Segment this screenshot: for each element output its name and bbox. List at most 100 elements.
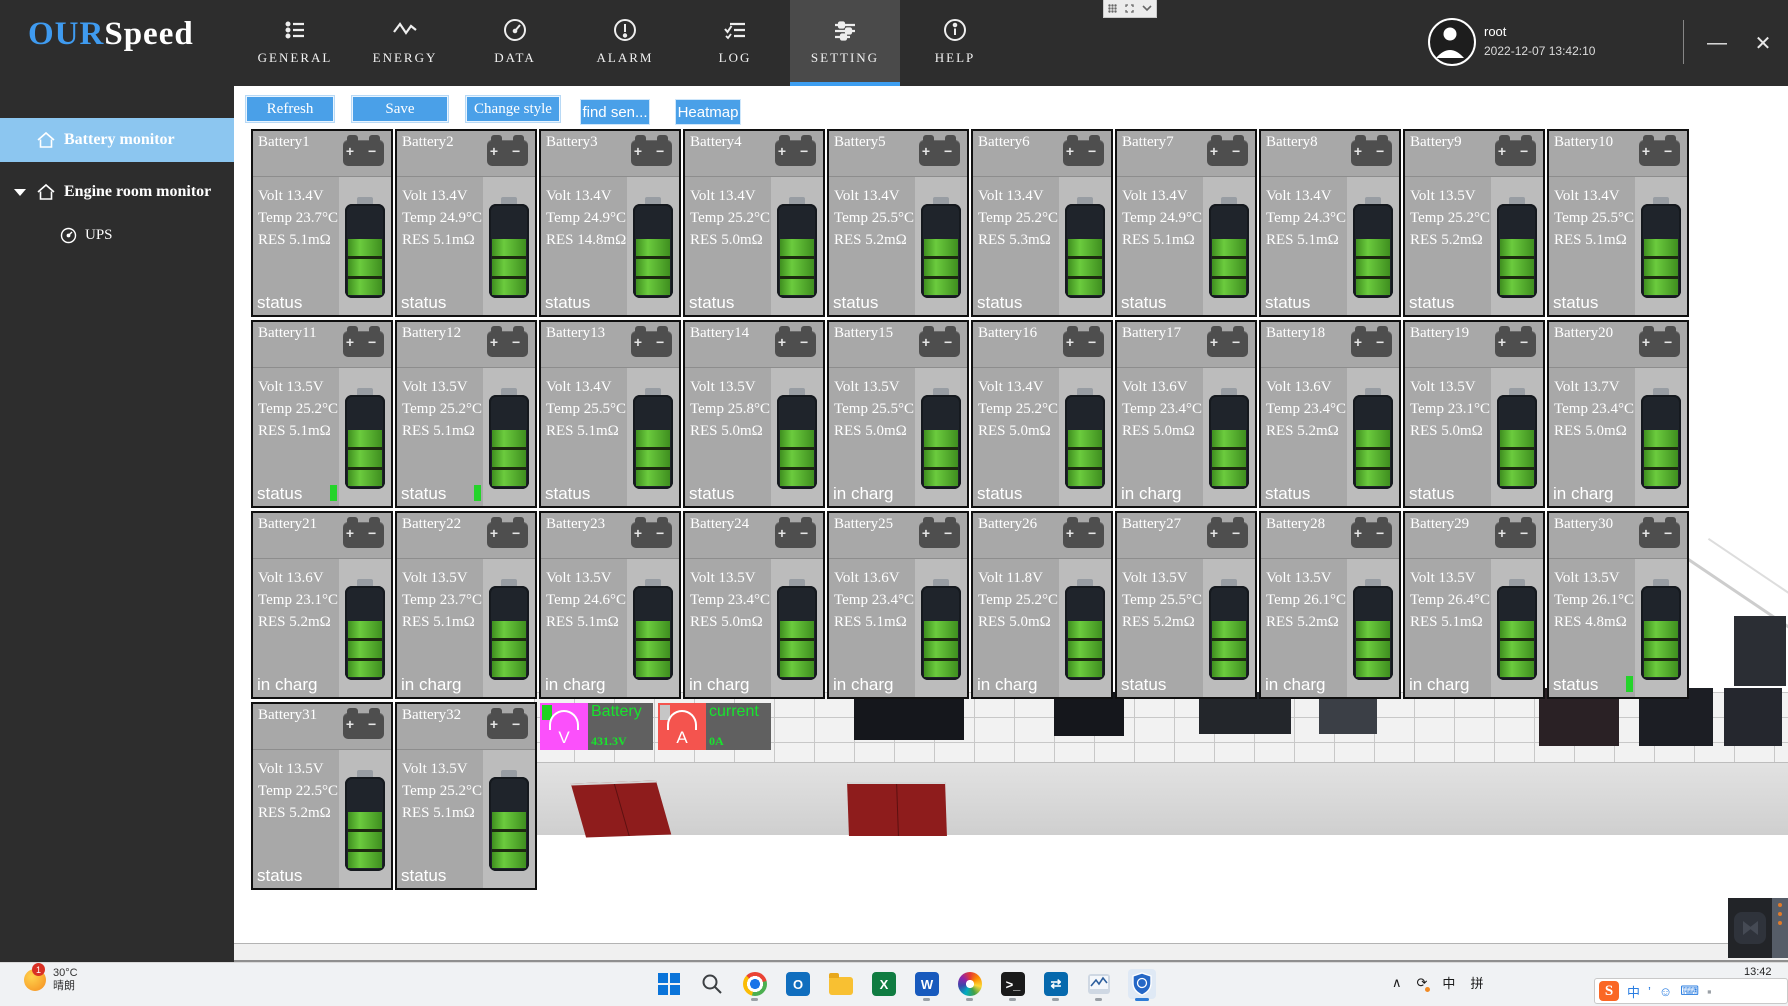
taskbar-windows-icon[interactable] (655, 969, 683, 999)
battery-card[interactable]: Battery9 + − Volt 13.5V Temp 25.2°C RES … (1403, 129, 1545, 317)
battery-card[interactable]: Battery16 + − Volt 13.4V Temp 25.2°C RES… (971, 320, 1113, 508)
ime-tool-icon[interactable]: ☺ (1659, 984, 1672, 999)
battery-card[interactable]: Battery20 + − Volt 13.7V Temp 23.4°C RES… (1547, 320, 1689, 508)
ime-tool-icon[interactable]: ⌨ (1680, 983, 1699, 999)
taskbar-shield-icon[interactable] (1128, 969, 1156, 999)
battery-name: Battery21 (258, 516, 317, 533)
battery-card[interactable]: Battery29 + − Volt 13.5V Temp 26.4°C RES… (1403, 511, 1545, 699)
nav-item-general[interactable]: GENERAL (240, 0, 350, 86)
battery-card[interactable]: Battery28 + − Volt 13.5V Temp 26.1°C RES… (1259, 511, 1401, 699)
taskbar-outlook-icon[interactable]: O (784, 969, 812, 999)
nav-item-energy[interactable]: ENERGY (350, 0, 460, 86)
save-button[interactable]: Save (352, 96, 448, 122)
battery-card[interactable]: Battery10 + − Volt 13.4V Temp 25.5°C RES… (1547, 129, 1689, 317)
battery-card[interactable]: Battery22 + − Volt 13.5V Temp 23.7°C RES… (395, 511, 537, 699)
battery-card-header: Battery3 + − (541, 131, 679, 177)
battery-terminal-icon: + − (487, 713, 528, 739)
find-sen--button[interactable]: find sen... (580, 99, 650, 125)
sidebar-item-engine-room-monitor[interactable]: Engine room monitor (0, 172, 234, 212)
battery-card[interactable]: Battery32 + − Volt 13.5V Temp 25.2°C RES… (395, 702, 537, 890)
battery-card[interactable]: Battery13 + − Volt 13.4V Temp 25.5°C RES… (539, 320, 681, 508)
expand-icon[interactable] (1125, 4, 1134, 13)
change-style-button[interactable]: Change style (466, 96, 560, 122)
expand-arrow-icon[interactable] (14, 189, 26, 196)
sidebar-item-ups[interactable]: UPS (0, 220, 234, 250)
battery-card[interactable]: Battery26 + − Volt 11.8V Temp 25.2°C RES… (971, 511, 1113, 699)
battery-card[interactable]: Battery15 + − Volt 13.5V Temp 25.5°C RES… (827, 320, 969, 508)
battery-volt: Volt 13.5V (1266, 567, 1347, 589)
nav-item-setting[interactable]: SETTING (790, 0, 900, 86)
pinyin-icon[interactable]: 拼 (1470, 973, 1483, 992)
battery-cap (1653, 388, 1669, 395)
battery-card[interactable]: Battery1 + − Volt 13.4V Temp 23.7°C RES … (251, 129, 393, 317)
battery-cap (1221, 388, 1237, 395)
battery-card[interactable]: Battery3 + − Volt 13.4V Temp 24.9°C RES … (539, 129, 681, 317)
battery-card[interactable]: Battery2 + − Volt 13.4V Temp 24.9°C RES … (395, 129, 537, 317)
battery-shell (1353, 395, 1393, 489)
battery-res: RES 5.2mΩ (1266, 611, 1347, 633)
chevron-up-icon[interactable]: ∧ (1392, 975, 1402, 991)
battery-card[interactable]: Battery11 + − Volt 13.5V Temp 25.2°C RES… (251, 320, 393, 508)
close-button[interactable]: ✕ (1748, 28, 1778, 58)
battery-card[interactable]: Battery5 + − Volt 13.4V Temp 25.5°C RES … (827, 129, 969, 317)
heatmap-button[interactable]: Heatmap (675, 99, 741, 125)
alarm-icon (612, 15, 638, 45)
nav-item-alarm[interactable]: ALARM (570, 0, 680, 86)
sidebar-item-battery-monitor[interactable]: Battery monitor (0, 118, 234, 162)
battery-card[interactable]: Battery21 + − Volt 13.6V Temp 23.1°C RES… (251, 511, 393, 699)
battery-fill (1356, 621, 1390, 677)
battery-card[interactable]: Battery4 + − Volt 13.4V Temp 25.2°C RES … (683, 129, 825, 317)
ime-tool-icon[interactable]: 中 (1627, 982, 1640, 1001)
voltage-meter-tile[interactable]: V Battery 431.3V (540, 703, 653, 750)
battery-level-graphic (1491, 177, 1543, 315)
battery-card[interactable]: Battery7 + − Volt 13.4V Temp 24.9°C RES … (1115, 129, 1257, 317)
battery-card[interactable]: Battery14 + − Volt 13.5V Temp 25.8°C RES… (683, 320, 825, 508)
taskbar-excel-icon[interactable]: X (870, 969, 898, 999)
taskbar-chrome-icon[interactable] (741, 969, 769, 999)
battery-card[interactable]: Battery18 + − Volt 13.6V Temp 23.4°C RES… (1259, 320, 1401, 508)
battery-card[interactable]: Battery12 + − Volt 13.5V Temp 25.2°C RES… (395, 320, 537, 508)
battery-card[interactable]: Battery8 + − Volt 13.4V Temp 24.3°C RES … (1259, 129, 1401, 317)
refresh-button[interactable]: Refresh (246, 96, 334, 122)
current-meter-tile[interactable]: A current 0A (658, 703, 771, 750)
battery-level-graphic (483, 750, 535, 888)
nav-item-data[interactable]: DATA (460, 0, 570, 86)
ime-toolbar[interactable]: S 中’☺⌨▪ (1594, 978, 1788, 1004)
ime-mode-icon[interactable]: 中 (1442, 973, 1455, 992)
battery-card[interactable]: Battery19 + − Volt 13.5V Temp 23.1°C RES… (1403, 320, 1545, 508)
battery-card[interactable]: Battery31 + − Volt 13.5V Temp 22.5°C RES… (251, 702, 393, 890)
taskbar-weather[interactable]: 1 30°C晴朗 (24, 967, 78, 993)
battery-shell (921, 395, 961, 489)
battery-card[interactable]: Battery24 + − Volt 13.5V Temp 23.4°C RES… (683, 511, 825, 699)
taskbar-swirl-icon[interactable] (956, 969, 984, 999)
taskbar-word-icon[interactable]: W (913, 969, 941, 999)
battery-card[interactable]: Battery30 + − Volt 13.5V Temp 26.1°C RES… (1547, 511, 1689, 699)
nav-item-log[interactable]: LOG (680, 0, 790, 86)
taskbar-search-icon[interactable] (698, 969, 726, 999)
avatar[interactable] (1428, 18, 1476, 66)
battery-card[interactable]: Battery17 + − Volt 13.6V Temp 23.4°C RES… (1115, 320, 1257, 508)
taskbar-folder-icon[interactable] (827, 969, 855, 999)
battery-status: status (401, 484, 446, 504)
battery-cap (789, 579, 805, 586)
battery-card[interactable]: Battery6 + − Volt 13.4V Temp 25.2°C RES … (971, 129, 1113, 317)
battery-card[interactable]: Battery27 + − Volt 13.5V Temp 25.5°C RES… (1115, 511, 1257, 699)
horizontal-scrollbar[interactable] (234, 943, 1788, 962)
minimize-button[interactable]: — (1702, 28, 1732, 58)
battery-res: RES 5.1mΩ (546, 611, 627, 633)
battery-temp: Temp 25.5°C (834, 207, 915, 229)
taskbar-terminal-icon[interactable]: >_ (999, 969, 1027, 999)
battery-card[interactable]: Battery23 + − Volt 13.5V Temp 24.6°C RES… (539, 511, 681, 699)
battery-temp: Temp 25.2°C (402, 398, 483, 420)
battery-card[interactable]: Battery25 + − Volt 13.6V Temp 23.4°C RES… (827, 511, 969, 699)
taskbar-teamviewer-icon[interactable]: ⇄ (1042, 969, 1070, 999)
battery-shell (1497, 395, 1537, 489)
sync-icon[interactable]: ⟳ (1417, 975, 1428, 991)
ime-tool-icon[interactable]: ▪ (1707, 984, 1712, 999)
battery-cap (501, 197, 517, 204)
taskbar-monitor-icon[interactable] (1085, 969, 1113, 999)
chevron-down-icon[interactable] (1142, 5, 1152, 12)
grid-icon[interactable] (1108, 4, 1117, 13)
nav-item-help[interactable]: HELP (900, 0, 1010, 86)
ime-tool-icon[interactable]: ’ (1648, 984, 1651, 999)
